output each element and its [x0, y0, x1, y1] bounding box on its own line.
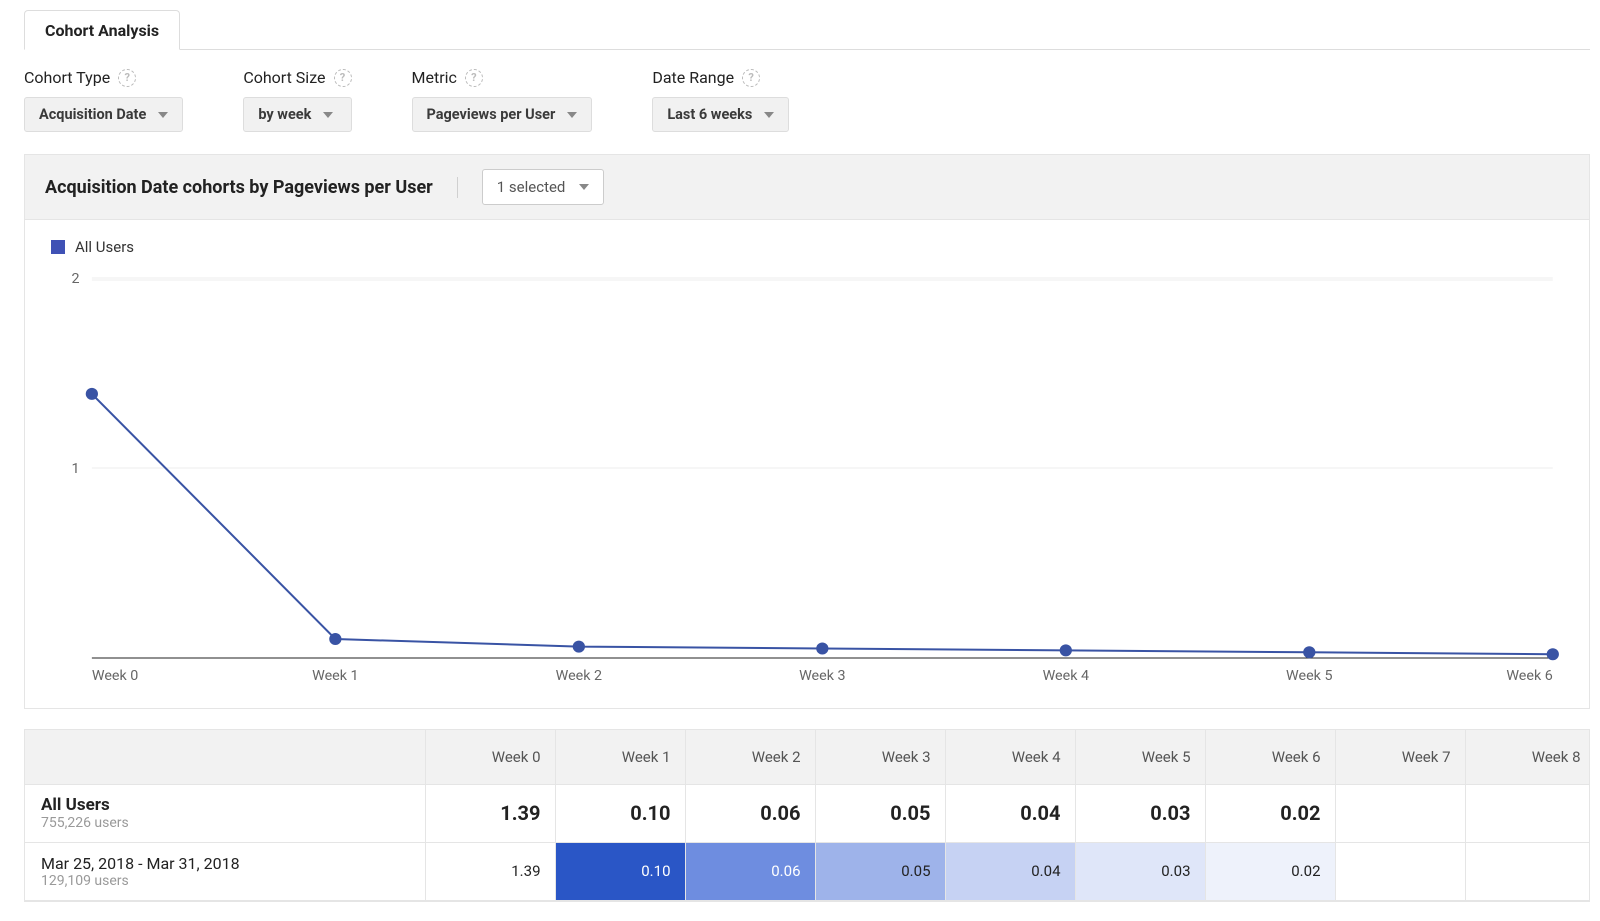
y-tick-label: 1 [72, 461, 80, 477]
x-tick-label: Week 4 [1043, 668, 1089, 684]
data-point[interactable] [86, 388, 98, 400]
table-cell: 0.05 [815, 842, 945, 900]
cohort-table: Week 0Week 1Week 2Week 3Week 4Week 5Week… [25, 730, 1590, 901]
table-header-cell: Week 7 [1335, 730, 1465, 784]
dropdown-value: by week [258, 106, 311, 123]
x-tick-label: Week 0 [92, 668, 138, 684]
cohort-table-wrap: Week 0Week 1Week 2Week 3Week 4Week 5Week… [24, 729, 1590, 902]
x-tick-label: Week 2 [556, 668, 602, 684]
label-text: Cohort Size [243, 68, 325, 87]
x-tick-label: Week 5 [1286, 668, 1332, 684]
caret-down-icon [158, 112, 168, 118]
table-cell: 0.04 [945, 784, 1075, 842]
table-cell [1335, 784, 1465, 842]
table-cell: 0.05 [815, 784, 945, 842]
table-cell: 0.06 [685, 842, 815, 900]
row-header: All Users755,226 users [25, 784, 425, 842]
table-cell: 0.10 [555, 784, 685, 842]
data-point[interactable] [1547, 648, 1559, 660]
row-header: Mar 25, 2018 - Mar 31, 2018129,109 users [25, 842, 425, 900]
data-point[interactable] [329, 633, 341, 645]
x-tick-label: Week 6 [1506, 668, 1552, 684]
caret-down-icon [323, 112, 333, 118]
chart-panel: Acquisition Date cohorts by Pageviews pe… [24, 154, 1590, 709]
help-icon[interactable]: ? [742, 69, 760, 87]
controls-row: Cohort Type ? Acquisition Date Cohort Si… [24, 50, 1590, 154]
dropdown-segment[interactable]: 1 selected [482, 169, 605, 205]
tab-bar: Cohort Analysis [24, 10, 1590, 50]
table-cell: 1.39 [425, 784, 555, 842]
control-cohort-size: Cohort Size ? by week [243, 68, 351, 132]
table-cell: 1.39 [425, 842, 555, 900]
table-cell: 0.03 [1075, 842, 1205, 900]
table-row: All Users755,226 users1.390.100.060.050.… [25, 784, 1590, 842]
help-icon[interactable]: ? [118, 69, 136, 87]
table-cell [1465, 842, 1590, 900]
control-label: Metric ? [412, 68, 593, 87]
label-text: Cohort Type [24, 68, 110, 87]
control-date-range: Date Range ? Last 6 weeks [652, 68, 789, 132]
help-icon[interactable]: ? [465, 69, 483, 87]
legend: All Users [51, 238, 1563, 256]
caret-down-icon [567, 112, 577, 118]
table-cell: 0.02 [1205, 842, 1335, 900]
table-cell: 0.10 [555, 842, 685, 900]
row-subtitle: 755,226 users [41, 815, 409, 831]
caret-down-icon [764, 112, 774, 118]
tab-underline [24, 49, 1590, 50]
control-label: Date Range ? [652, 68, 789, 87]
data-point[interactable] [816, 643, 828, 655]
table-header-cell: Week 2 [685, 730, 815, 784]
table-header-cell: Week 8 [1465, 730, 1590, 784]
control-label: Cohort Type ? [24, 68, 183, 87]
table-header-cell: Week 1 [555, 730, 685, 784]
table-header-cell: Week 6 [1205, 730, 1335, 784]
table-row: Mar 25, 2018 - Mar 31, 2018129,109 users… [25, 842, 1590, 900]
dropdown-value: Acquisition Date [39, 106, 146, 123]
x-tick-label: Week 1 [312, 668, 358, 684]
legend-swatch [51, 240, 65, 254]
data-point[interactable] [573, 641, 585, 653]
row-title: All Users [41, 795, 409, 815]
table-cell [1465, 784, 1590, 842]
panel-header: Acquisition Date cohorts by Pageviews pe… [25, 155, 1589, 220]
dropdown-date-range[interactable]: Last 6 weeks [652, 97, 789, 132]
dropdown-metric[interactable]: Pageviews per User [412, 97, 593, 132]
label-text: Date Range [652, 68, 734, 87]
tab-label: Cohort Analysis [45, 21, 159, 40]
dropdown-value: Last 6 weeks [667, 106, 752, 123]
chart-wrap: All Users 1 2 Week 0 Week 1 Week 2 Week 3 Week… [25, 220, 1589, 708]
dropdown-cohort-size[interactable]: by week [243, 97, 351, 132]
line-chart: 1 2 Week 0 Week 1 Week 2 Week 3 Week 4 Week 5 We… [51, 268, 1563, 688]
control-label: Cohort Size ? [243, 68, 351, 87]
table-cell: 0.02 [1205, 784, 1335, 842]
data-point[interactable] [1303, 646, 1315, 658]
table-cell: 0.06 [685, 784, 815, 842]
control-metric: Metric ? Pageviews per User [412, 68, 593, 132]
table-header-cell: Week 4 [945, 730, 1075, 784]
y-tick-label: 2 [72, 271, 80, 287]
legend-label: All Users [75, 238, 134, 256]
label-text: Metric [412, 68, 457, 87]
data-point[interactable] [1060, 644, 1072, 656]
row-title: Mar 25, 2018 - Mar 31, 2018 [41, 854, 409, 873]
x-tick-label: Week 3 [799, 668, 845, 684]
table-header-cell: Week 0 [425, 730, 555, 784]
tab-cohort-analysis[interactable]: Cohort Analysis [24, 10, 180, 50]
control-cohort-type: Cohort Type ? Acquisition Date [24, 68, 183, 132]
help-icon[interactable]: ? [334, 69, 352, 87]
dropdown-cohort-type[interactable]: Acquisition Date [24, 97, 183, 132]
table-header-cell: Week 3 [815, 730, 945, 784]
dropdown-value: 1 selected [497, 178, 566, 196]
panel-title: Acquisition Date cohorts by Pageviews pe… [45, 177, 458, 198]
caret-down-icon [579, 184, 589, 190]
table-cell [1335, 842, 1465, 900]
table-cell: 0.03 [1075, 784, 1205, 842]
table-cell: 0.04 [945, 842, 1075, 900]
table-header-row: Week 0Week 1Week 2Week 3Week 4Week 5Week… [25, 730, 1590, 784]
table-header-rowhead [25, 730, 425, 784]
row-subtitle: 129,109 users [41, 873, 409, 889]
dropdown-value: Pageviews per User [427, 106, 556, 123]
table-header-cell: Week 5 [1075, 730, 1205, 784]
